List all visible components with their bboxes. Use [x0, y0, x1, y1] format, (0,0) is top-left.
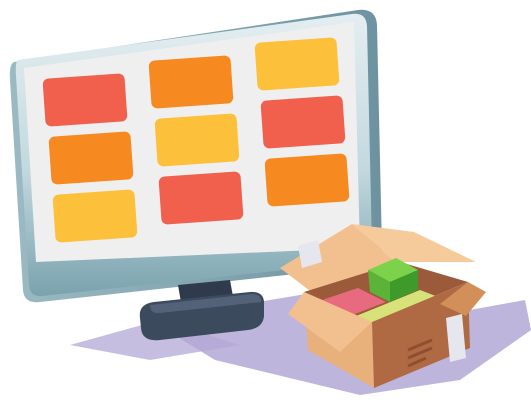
app-tile	[158, 171, 244, 225]
app-tile	[52, 189, 138, 243]
app-tile	[42, 73, 128, 127]
app-tile	[48, 131, 134, 185]
app-tile	[264, 153, 350, 207]
illustration-svg	[9, 9, 531, 395]
illustration-scene	[0, 0, 531, 408]
app-tile	[260, 95, 346, 149]
app-tile	[154, 113, 240, 167]
app-tile	[148, 55, 234, 109]
app-tile	[254, 37, 340, 91]
